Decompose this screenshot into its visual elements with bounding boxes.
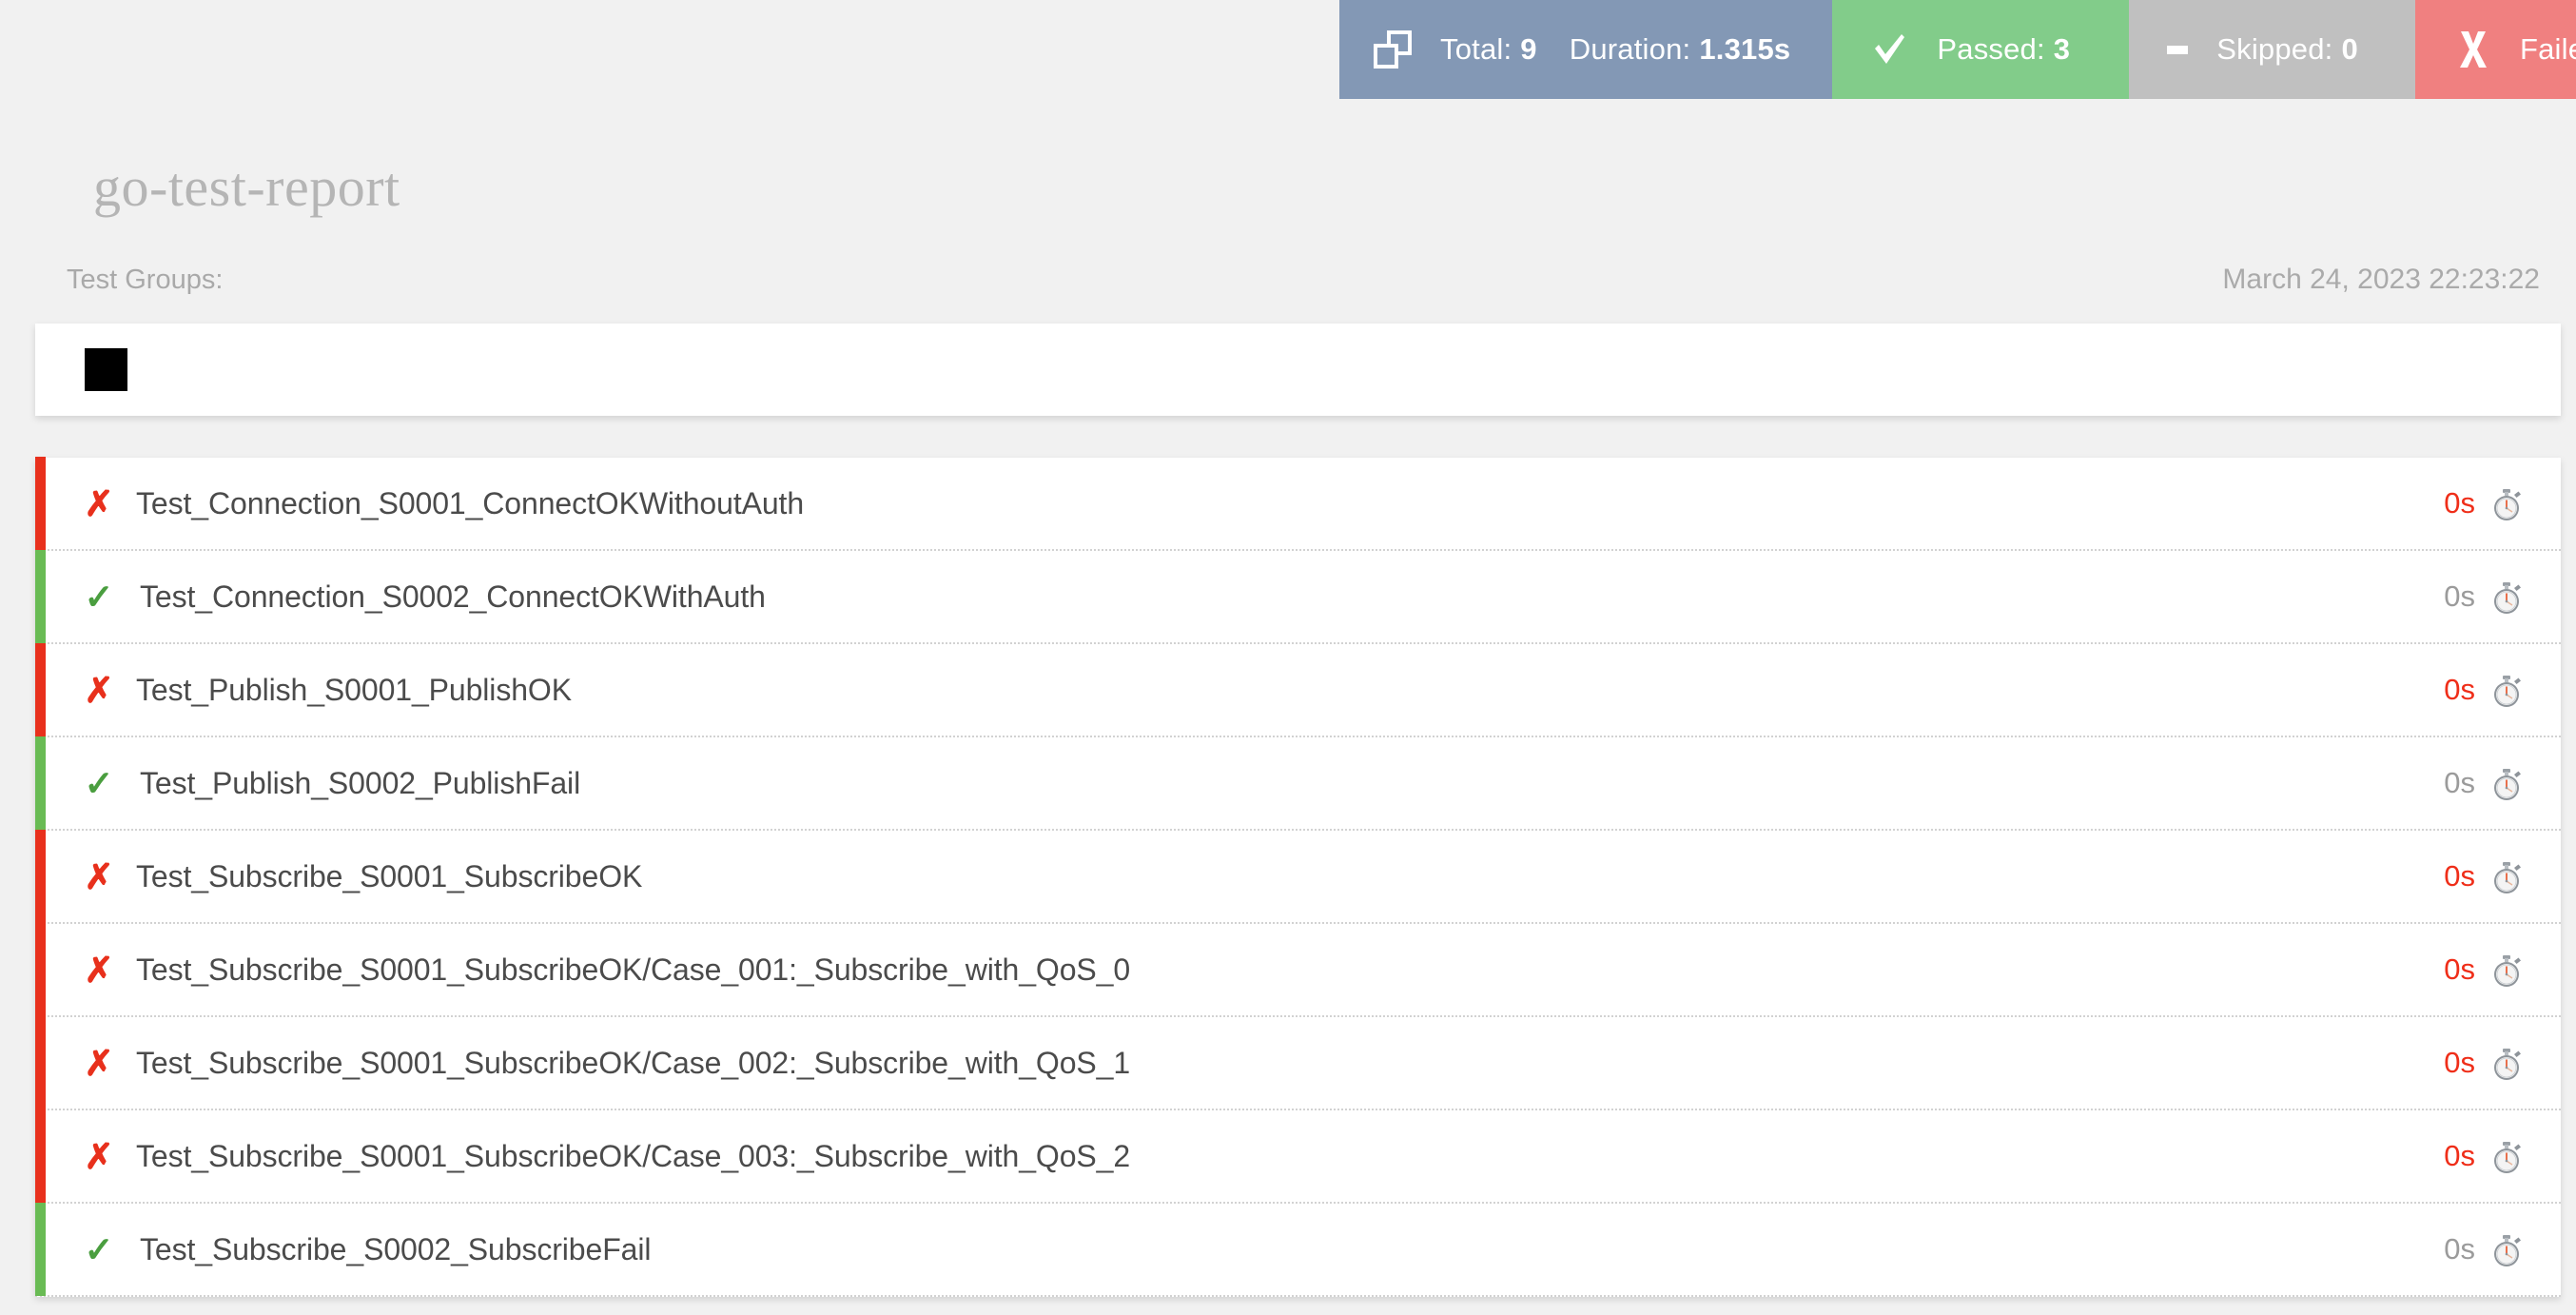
cross-icon: ✗: [84, 856, 114, 896]
row-status-accent: [35, 643, 46, 736]
stopwatch-icon: [2490, 862, 2523, 894]
stopwatch-icon: [2490, 769, 2523, 801]
test-duration: 0s: [2444, 1232, 2475, 1266]
check-icon: [1870, 30, 1908, 69]
page-title: go-test-report: [93, 156, 400, 218]
skipped-value: 0: [2341, 32, 2358, 66]
cross-icon: ✗: [84, 483, 114, 523]
stopwatch-icon: [2490, 1049, 2523, 1081]
test-duration: 0s: [2444, 766, 2475, 799]
report-page: Total: 9 Duration: 1.315s Passed: 3 Skip…: [0, 0, 2576, 1315]
test-name: Test_Subscribe_S0001_SubscribeOK/Case_00…: [136, 1138, 1131, 1173]
test-row[interactable]: ✗ Test_Subscribe_S0001_SubscribeOK/Case_0…: [35, 1016, 2561, 1110]
row-status-accent: [35, 736, 46, 830]
test-name: Test_Publish_S0002_PublishFail: [140, 765, 581, 800]
test-row[interactable]: ✓ Test_Connection_S0002_ConnectOKWithAuth…: [35, 550, 2561, 644]
failed-label: Failed:: [2519, 32, 2576, 66]
duration-value: 1.315s: [1699, 32, 1791, 66]
test-row[interactable]: ✗ Test_Publish_S0001_PublishOK 0s: [35, 643, 2561, 737]
test-row[interactable]: ✓ Test_Publish_S0002_PublishFail 0s: [35, 736, 2561, 831]
stopwatch-icon: [2490, 955, 2523, 988]
stopwatch-icon: [2490, 1142, 2523, 1174]
passed-label: Passed:: [1937, 32, 2045, 66]
stopwatch-icon: [2490, 676, 2523, 708]
test-name: Test_Subscribe_S0001_SubscribeOK: [136, 858, 643, 893]
stopwatch-icon: [2490, 582, 2523, 615]
row-status-accent: [35, 830, 46, 923]
test-row[interactable]: ✗ Test_Connection_S0001_ConnectOKWithoutA…: [35, 457, 2561, 551]
test-row[interactable]: ✓ Test_Subscribe_S0002_SubscribeFail 0s: [35, 1203, 2561, 1297]
dash-icon: [2167, 45, 2189, 54]
row-status-accent: [35, 1109, 46, 1203]
summary-passed-segment[interactable]: Passed: 3: [1832, 0, 2130, 99]
stopwatch-icon: [2490, 1235, 2523, 1267]
report-timestamp: March 24, 2023 22:23:22: [2222, 264, 2540, 295]
summary-bar: Total: 9 Duration: 1.315s Passed: 3 Skip…: [1339, 0, 2576, 99]
row-status-accent: [35, 1203, 46, 1296]
row-status-accent: [35, 1016, 46, 1109]
cross-icon: ✗: [84, 1043, 114, 1083]
test-row[interactable]: ✗ Test_Subscribe_S0001_SubscribeOK/Case_0…: [35, 1109, 2561, 1204]
test-duration: 0s: [2444, 673, 2475, 706]
duration-label: Duration:: [1569, 32, 1691, 66]
summary-skipped-segment[interactable]: Skipped: 0: [2129, 0, 2415, 99]
test-row[interactable]: ✗ Test_Subscribe_S0001_SubscribeOK 0s: [35, 830, 2561, 924]
passed-value: 3: [2053, 32, 2071, 66]
check-icon: ✓: [84, 763, 114, 803]
test-name: Test_Connection_S0001_ConnectOKWithoutAu…: [136, 485, 805, 520]
layers-icon: [1374, 30, 1412, 69]
summary-failed-segment[interactable]: Failed: 6: [2414, 0, 2576, 99]
test-list: ✗ Test_Connection_S0001_ConnectOKWithoutA…: [35, 457, 2561, 1297]
test-name: Test_Publish_S0001_PublishOK: [136, 672, 572, 707]
cross-icon: ✗: [84, 950, 114, 990]
cross-icon: ✗: [84, 670, 114, 710]
row-status-accent: [35, 923, 46, 1016]
cross-icon: ✗: [84, 1136, 114, 1176]
summary-total-segment: Total: 9 Duration: 1.315s: [1339, 0, 1833, 99]
row-status-accent: [35, 457, 46, 550]
group-swatch[interactable]: [85, 348, 127, 391]
test-duration: 0s: [2444, 1139, 2475, 1172]
check-icon: ✓: [84, 1229, 114, 1269]
skipped-label: Skipped:: [2216, 32, 2333, 66]
test-duration: 0s: [2444, 1046, 2475, 1079]
test-name: Test_Subscribe_S0002_SubscribeFail: [140, 1231, 652, 1266]
check-icon: ✓: [84, 577, 114, 617]
x-icon: [2455, 29, 2491, 69]
test-duration: 0s: [2444, 952, 2475, 986]
row-status-accent: [35, 550, 46, 643]
test-groups-card[interactable]: [35, 324, 2561, 416]
test-name: Test_Subscribe_S0001_SubscribeOK/Case_00…: [136, 952, 1131, 987]
test-row[interactable]: ✗ Test_Subscribe_S0001_SubscribeOK/Case_0…: [35, 923, 2561, 1017]
test-duration: 0s: [2444, 579, 2475, 613]
total-value: 9: [1520, 32, 1537, 66]
stopwatch-icon: [2490, 489, 2523, 521]
test-name: Test_Connection_S0002_ConnectOKWithAuth: [140, 579, 766, 614]
total-label: Total:: [1440, 32, 1512, 66]
test-name: Test_Subscribe_S0001_SubscribeOK/Case_00…: [136, 1045, 1131, 1080]
test-groups-label: Test Groups:: [67, 265, 224, 295]
test-duration: 0s: [2444, 859, 2475, 893]
test-duration: 0s: [2444, 486, 2475, 520]
